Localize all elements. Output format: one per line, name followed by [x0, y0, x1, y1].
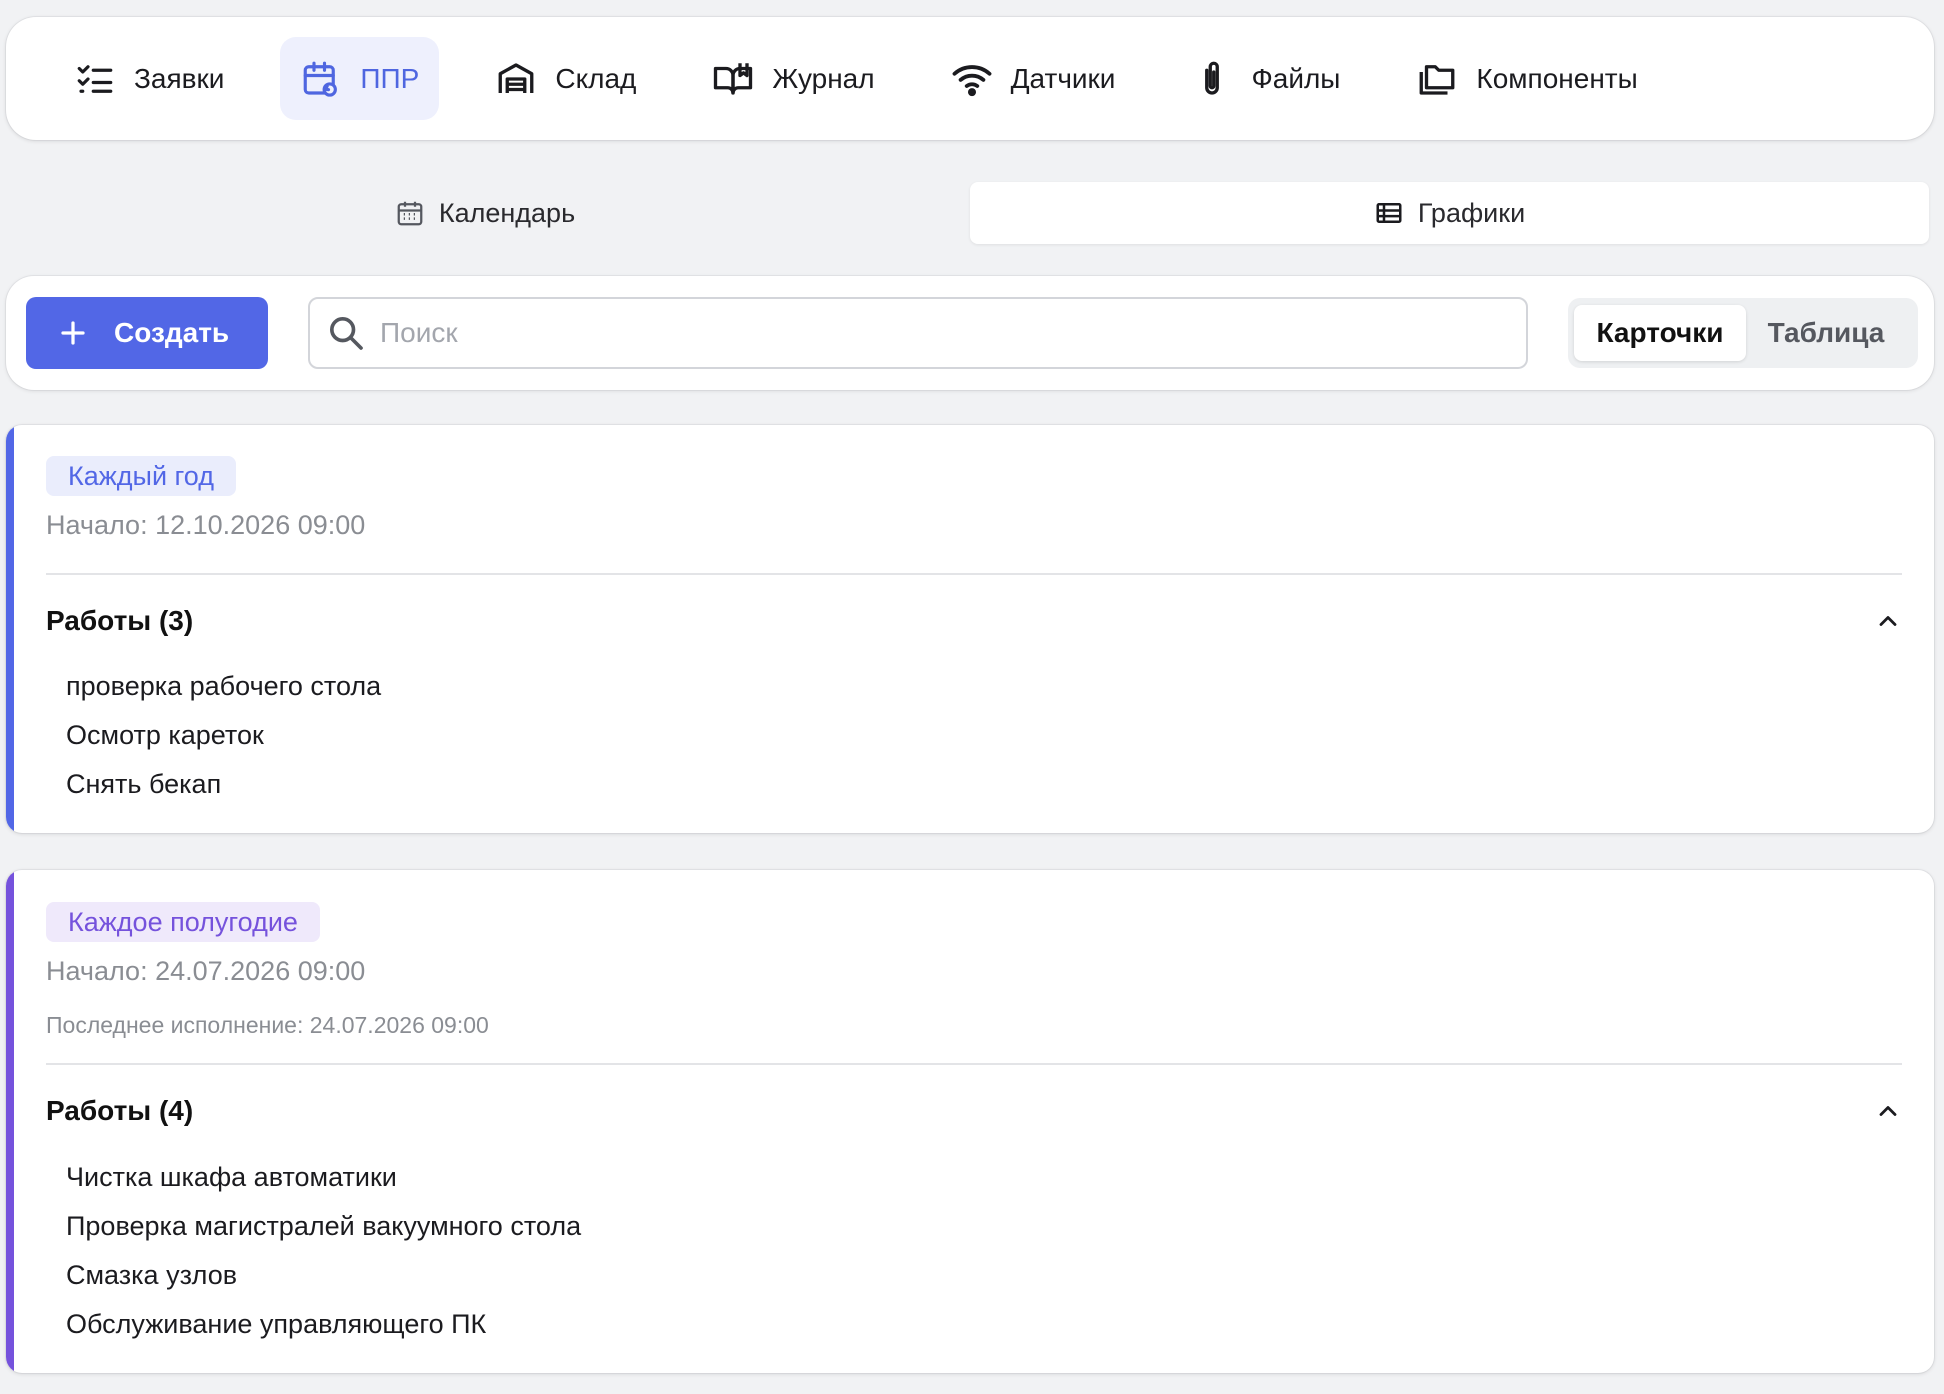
tab-schedules-label: Графики: [1417, 197, 1526, 228]
book-open-icon: [712, 58, 754, 100]
create-button[interactable]: Создать: [26, 297, 268, 369]
nav-item-components[interactable]: Компоненты: [1396, 37, 1657, 120]
view-toggle: Карточки Таблица: [1568, 298, 1918, 368]
nav-item-label: Датчики: [1010, 62, 1116, 94]
nav-item-warehouse[interactable]: Склад: [475, 37, 656, 120]
list-item: Чистка шкафа автоматики: [66, 1162, 397, 1192]
search-box: [308, 297, 1528, 369]
wifi-icon: [951, 58, 993, 100]
frequency-badge: Каждое полугодие: [46, 902, 320, 942]
works-title: Работы (4): [46, 1095, 194, 1126]
view-table-button[interactable]: Таблица: [1746, 305, 1906, 361]
view-subtabs: Календарь Графики: [0, 182, 1944, 244]
nav-item-label: Файлы: [1251, 62, 1341, 94]
list-item: Смазка узлов: [66, 1260, 238, 1290]
page: Заявки ППР Склад Журнал Датчики Файлы Ко…: [0, 0, 1944, 1394]
nav-item-sensors[interactable]: Датчики: [931, 37, 1136, 120]
works-header[interactable]: Работы (4): [46, 1091, 1902, 1131]
start-date: Начало: 12.10.2026 09:00: [46, 510, 366, 540]
plus-icon: [58, 318, 88, 348]
divider: [46, 573, 1902, 575]
nav-item-requests[interactable]: Заявки: [54, 37, 244, 120]
nav-item-label: Журнал: [772, 62, 875, 94]
nav-item-files[interactable]: Файлы: [1171, 37, 1360, 120]
list-item: Снять бекап: [66, 769, 222, 799]
works-list: проверка рабочего стола Осмотр кареток С…: [66, 662, 381, 809]
schedule-card[interactable]: Каждый год Начало: 12.10.2026 09:00 Рабо…: [6, 425, 1934, 833]
works-list: Чистка шкафа автоматики Проверка магистр…: [66, 1153, 581, 1349]
works-title: Работы (3): [46, 605, 194, 636]
list-item: проверка рабочего стола: [66, 671, 382, 701]
nav-item-ppr[interactable]: ППР: [280, 37, 440, 120]
start-date: Начало: 24.07.2026 09:00: [46, 956, 366, 986]
calendar-refresh-icon: [300, 58, 342, 100]
nav-item-label: Компоненты: [1476, 62, 1638, 94]
divider: [46, 1063, 1902, 1065]
warehouse-icon: [495, 58, 537, 100]
calendar-icon: [395, 198, 425, 228]
checklist-icon: [74, 58, 116, 100]
tab-calendar[interactable]: Календарь: [0, 182, 970, 244]
nav-item-label: Склад: [555, 62, 637, 94]
list-item: Обслуживание управляющего ПК: [66, 1309, 487, 1339]
list-item: Проверка магистралей вакуумного стола: [66, 1211, 582, 1241]
tab-schedules[interactable]: Графики: [970, 182, 1929, 244]
view-cards-button[interactable]: Карточки: [1574, 305, 1746, 361]
search-input[interactable]: [380, 317, 1480, 349]
paperclip-icon: [1191, 58, 1233, 100]
list-icon: [1374, 198, 1404, 228]
search-icon: [326, 313, 366, 353]
works-header[interactable]: Работы (3): [46, 601, 1902, 641]
list-item: Осмотр кареток: [66, 720, 264, 750]
nav-item-label: ППР: [360, 62, 420, 94]
chevron-up-icon[interactable]: [1874, 1097, 1902, 1125]
schedule-card[interactable]: Каждое полугодие Начало: 24.07.2026 09:0…: [6, 870, 1934, 1373]
nav-item-label: Заявки: [134, 62, 225, 94]
last-run-date: Последнее исполнение: 24.07.2026 09:00: [46, 1012, 489, 1038]
toolbar: Создать Карточки Таблица: [6, 276, 1934, 390]
create-button-label: Создать: [114, 317, 230, 348]
tab-calendar-label: Календарь: [438, 197, 576, 228]
nav-item-journal[interactable]: Журнал: [692, 37, 894, 120]
chevron-up-icon[interactable]: [1874, 607, 1902, 635]
top-nav: Заявки ППР Склад Журнал Датчики Файлы Ко…: [6, 17, 1934, 140]
frequency-badge: Каждый год: [46, 456, 236, 496]
folders-icon: [1416, 58, 1458, 100]
